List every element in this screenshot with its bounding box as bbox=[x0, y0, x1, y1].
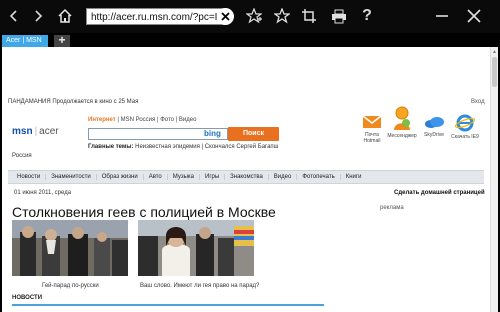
make-homepage-link[interactable]: Сделать домашней страницей bbox=[394, 190, 485, 196]
app-skydrive[interactable]: SkyDrive bbox=[419, 114, 449, 138]
news-photo-parade[interactable] bbox=[12, 220, 128, 276]
vertical-scrollbar[interactable]: ▲ bbox=[490, 47, 498, 312]
minimize-icon[interactable] bbox=[430, 4, 454, 28]
nav-item-video[interactable]: Видео bbox=[269, 174, 298, 180]
nav-item-photoprint[interactable]: Фотопечать bbox=[297, 174, 341, 180]
app-ie[interactable]: Скачать IE9 bbox=[450, 114, 480, 140]
tab-bar: Acer | MSN + bbox=[0, 33, 500, 47]
new-tab-button[interactable]: + bbox=[54, 34, 70, 47]
promo-link[interactable]: ПАНДАМАНИЯ Продолжается в кино с 25 Мая bbox=[8, 99, 138, 105]
app-messenger[interactable]: Мессенджер bbox=[387, 105, 417, 139]
nav-item-games[interactable]: Игры bbox=[200, 174, 226, 180]
bing-logo: bing bbox=[204, 129, 221, 138]
crop-icon[interactable] bbox=[297, 4, 321, 28]
help-icon[interactable]: ? bbox=[355, 4, 379, 28]
add-favorite-icon[interactable] bbox=[242, 4, 266, 28]
main-headline[interactable]: Столкновения геев с полицией в Москве bbox=[12, 204, 276, 220]
nav-item-books[interactable]: Книги bbox=[341, 174, 367, 180]
nav-item-auto[interactable]: Авто bbox=[144, 174, 168, 180]
category-nav: Новости Знаменитости Образ жизни Авто Му… bbox=[8, 170, 484, 184]
ad-label: реклама bbox=[380, 205, 404, 211]
favorites-icon[interactable] bbox=[270, 4, 294, 28]
msn-acer-logo[interactable]: msn | acer bbox=[12, 126, 59, 137]
app-messenger-label: Мессенджер bbox=[387, 133, 417, 139]
app-ie-label: Скачать IE9 bbox=[451, 134, 479, 140]
print-icon[interactable] bbox=[327, 4, 351, 28]
nav-item-music[interactable]: Музыка bbox=[168, 174, 200, 180]
nav-item-lifestyle[interactable]: Образ жизни bbox=[97, 174, 144, 180]
back-icon[interactable] bbox=[2, 4, 26, 28]
logo-separator: | bbox=[34, 126, 38, 137]
messenger-icon bbox=[394, 106, 410, 130]
page-viewport: ▲ ПАНДАМАНИЯ Продолжается в кино с 25 Ма… bbox=[2, 47, 498, 312]
current-date: 01 июня 2011, среда bbox=[14, 190, 72, 196]
app-mail[interactable]: Почта Hotmail bbox=[357, 114, 387, 144]
news-section-header: НОВОСТИ bbox=[12, 295, 43, 301]
photo-caption-parade[interactable]: Гей-парад по-русски bbox=[42, 283, 99, 289]
skydrive-icon bbox=[425, 117, 444, 128]
ie-icon bbox=[455, 114, 475, 132]
app-skydrive-label: SkyDrive bbox=[423, 132, 444, 138]
acer-logo-text: acer bbox=[39, 126, 59, 137]
nav-item-dating[interactable]: Знакомства bbox=[225, 174, 269, 180]
login-link[interactable]: Вход bbox=[471, 99, 485, 105]
address-bar[interactable]: http://acer.ru.msn.com/?pc=I bbox=[86, 8, 226, 25]
topics-links[interactable]: Неизвестная эпидемия | Скончался Сергей … bbox=[135, 144, 278, 150]
search-tab-photo[interactable]: Фото bbox=[160, 117, 174, 123]
mail-icon bbox=[362, 115, 382, 128]
search-button[interactable]: Поиск bbox=[228, 127, 279, 141]
search-tab-msn[interactable]: MSN Россия bbox=[121, 117, 156, 123]
region-link[interactable]: Россия bbox=[12, 153, 32, 159]
nav-item-celebrities[interactable]: Знаменитости bbox=[46, 174, 97, 180]
home-icon[interactable] bbox=[53, 4, 77, 28]
msn-logo-text: msn bbox=[12, 126, 33, 137]
search-tab-internet[interactable]: Интернет bbox=[88, 117, 116, 123]
forward-icon[interactable] bbox=[26, 4, 50, 28]
news-photo-girl[interactable] bbox=[138, 220, 254, 276]
close-icon[interactable] bbox=[462, 4, 486, 28]
search-tab-video[interactable]: Видео bbox=[179, 117, 197, 123]
scroll-up-icon[interactable]: ▲ bbox=[492, 49, 497, 55]
top-topics: Главные темы: Неизвестная эпидемия | Ско… bbox=[88, 144, 279, 150]
app-mail-label: Почта Hotmail bbox=[363, 132, 381, 144]
clear-address-icon[interactable] bbox=[217, 8, 234, 25]
topics-label: Главные темы: bbox=[88, 144, 134, 150]
nav-item-news[interactable]: Новости bbox=[12, 174, 47, 180]
browser-toolbar: http://acer.ru.msn.com/?pc=I ? bbox=[0, 0, 500, 33]
search-tabs: Интернет | MSN Россия | Фото | Видео bbox=[88, 117, 197, 123]
photo-caption-girl[interactable]: Ваш слово. Имеют ли гея право на парад? bbox=[140, 283, 259, 289]
scroll-thumb[interactable] bbox=[492, 57, 497, 87]
news-divider bbox=[12, 304, 324, 306]
tab-acer-msn[interactable]: Acer | MSN bbox=[2, 35, 48, 47]
